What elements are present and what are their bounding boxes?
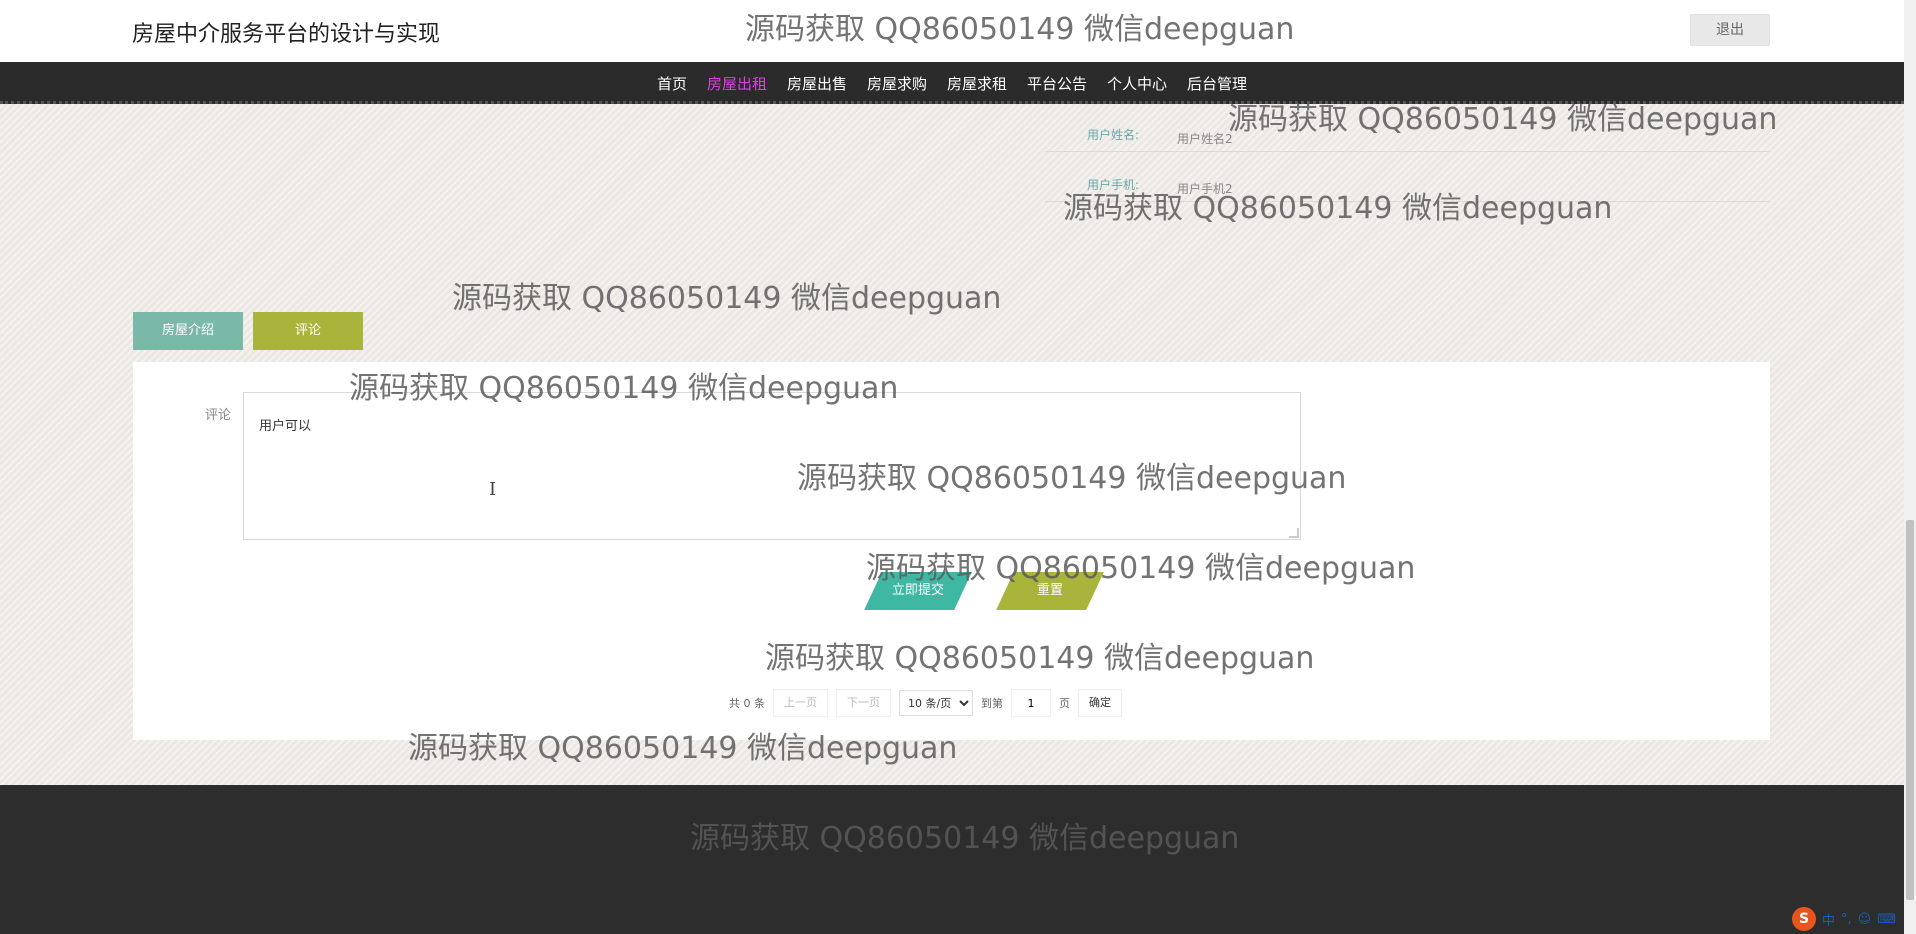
nav-item-home[interactable]: 首页	[657, 73, 687, 94]
scrollbar-thumb[interactable]	[1906, 520, 1914, 900]
page-unit-label: 页	[1059, 697, 1070, 710]
nav-item-house-rent[interactable]: 房屋出租	[707, 73, 767, 94]
user-name-value: 用户姓名2	[1177, 132, 1233, 146]
sogou-ime-icon[interactable]: S	[1792, 907, 1816, 931]
keyboard-icon[interactable]: ⌨	[1877, 912, 1896, 927]
emoji-icon[interactable]: ☺	[1858, 912, 1872, 927]
reset-button-label: 重置	[1036, 583, 1063, 598]
tab-comment[interactable]: 评论	[253, 312, 363, 350]
nav-item-house-wanted-rent[interactable]: 房屋求租	[947, 73, 1007, 94]
nav-item-house-sale[interactable]: 房屋出售	[787, 73, 847, 94]
logout-button[interactable]: 退出	[1690, 14, 1770, 46]
user-phone-value: 用户手机2	[1177, 182, 1233, 196]
pagination-total: 共 0 条	[729, 697, 765, 710]
comment-panel: 评论 用户可以 I 立即提交 重置 共 0 条 上一页 下一页 10 条/页 到…	[133, 362, 1770, 740]
scrollbar[interactable]	[1904, 0, 1916, 934]
ime-tray[interactable]: S 中 °, ☺ ⌨	[1792, 906, 1914, 932]
prev-page-button[interactable]: 上一页	[773, 689, 828, 717]
goto-label: 到第	[981, 697, 1003, 710]
submit-button[interactable]: 立即提交	[864, 572, 972, 610]
resize-grip-icon[interactable]	[1289, 528, 1299, 538]
submit-button-label: 立即提交	[891, 583, 944, 598]
nav-item-house-wanted-buy[interactable]: 房屋求购	[867, 73, 927, 94]
text-cursor-icon: I	[489, 479, 497, 500]
page-number-input[interactable]	[1011, 689, 1051, 717]
comment-textarea[interactable]: 用户可以	[243, 392, 1301, 540]
main-nav: 首页 房屋出租 房屋出售 房屋求购 房屋求租 平台公告 个人中心 后台管理	[0, 62, 1904, 104]
user-name-row: 用户姓名: 用户姓名2	[1045, 112, 1770, 152]
page-size-select[interactable]: 10 条/页	[899, 690, 973, 716]
next-page-button[interactable]: 下一页	[836, 689, 891, 717]
reset-button[interactable]: 重置	[996, 572, 1104, 610]
pagination: 共 0 条 上一页 下一页 10 条/页 到第 页 确定	[729, 688, 1122, 718]
footer	[0, 785, 1904, 934]
user-phone-row: 用户手机: 用户手机2	[1045, 162, 1770, 202]
ime-mode-indicator[interactable]: 中	[1822, 910, 1835, 929]
site-title: 房屋中介服务平台的设计与实现	[132, 22, 441, 47]
comment-label: 评论	[205, 408, 232, 423]
nav-item-personal-center[interactable]: 个人中心	[1107, 73, 1167, 94]
user-name-label: 用户姓名:	[1087, 128, 1140, 142]
tab-house-intro[interactable]: 房屋介绍	[133, 312, 243, 350]
user-phone-label: 用户手机:	[1087, 178, 1140, 192]
goto-confirm-button[interactable]: 确定	[1078, 689, 1122, 717]
nav-item-admin[interactable]: 后台管理	[1187, 73, 1247, 94]
nav-item-announcements[interactable]: 平台公告	[1027, 73, 1087, 94]
punctuation-icon[interactable]: °,	[1841, 912, 1852, 927]
header: 房屋中介服务平台的设计与实现 退出	[0, 0, 1904, 62]
